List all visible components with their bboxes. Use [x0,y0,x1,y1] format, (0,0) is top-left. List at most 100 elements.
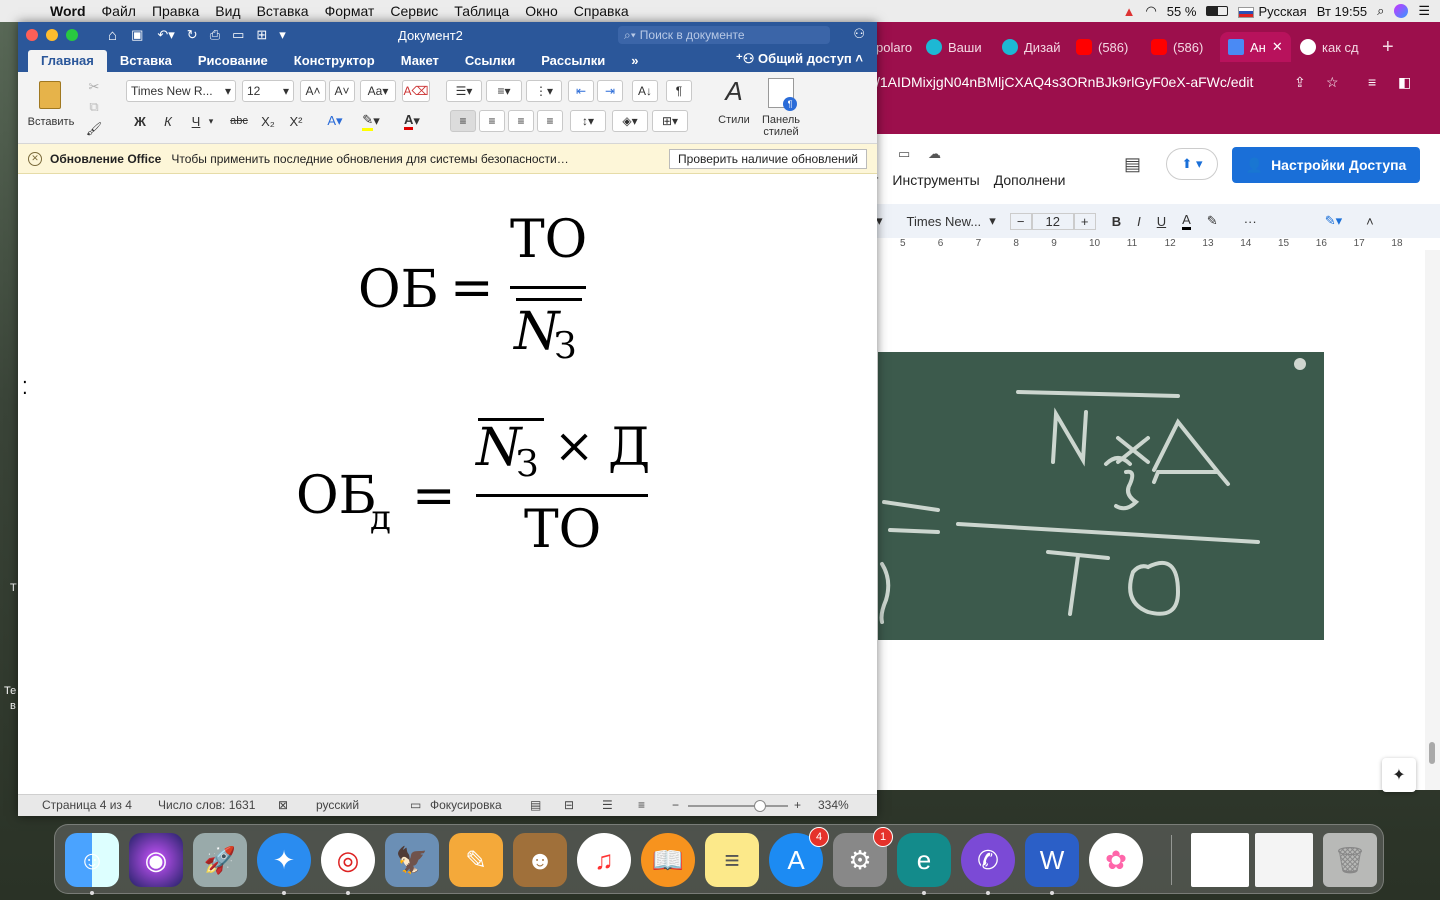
extension-icon[interactable]: ◧ [1398,74,1411,91]
paste-button[interactable] [30,78,70,112]
books-icon[interactable]: 📖 [641,833,695,887]
trash-icon[interactable]: 🗑 [1323,833,1377,887]
tab-insert[interactable]: Вставка [107,50,185,72]
outline-icon[interactable]: ☰ [602,798,613,812]
docs-font-size[interactable]: 12 [1031,212,1074,230]
underline-icon[interactable]: U [1157,214,1166,229]
zoom-out-button[interactable]: − [672,798,679,812]
notes-icon[interactable]: ≡ [705,833,759,887]
menu-tools[interactable]: Сервис [382,3,446,19]
tab-references[interactable]: Ссылки [452,50,528,72]
align-right-icon[interactable]: ≡ [508,110,534,132]
minimize-window-button[interactable] [46,29,58,41]
font-size-increase[interactable]: + [1073,212,1096,230]
siri-icon[interactable]: ◉ [129,833,183,887]
multilevel-list-icon[interactable]: ⋮▾ [526,80,562,102]
increase-indent-icon[interactable]: ⇥ [597,80,623,102]
pages-icon[interactable]: ✎ [449,833,503,887]
address-bar[interactable]: /1AIDMixjgN04nBMljCXAQ4s3ORnBJk9rlGyF0eX… [870,68,1440,96]
user-icon[interactable]: ⚇ [853,26,865,42]
launchpad-icon[interactable]: 🚀 [193,833,247,887]
zoom-window-button[interactable] [66,29,78,41]
show-formatting-icon[interactable]: ¶ [666,80,692,102]
shading-icon[interactable]: ◈▾ [612,110,648,132]
close-notice-icon[interactable]: ✕ [28,151,42,166]
draft-icon[interactable]: ≡ [638,798,645,812]
customize-toolbar-icon[interactable]: ▾ [279,27,286,43]
siri-icon[interactable] [1394,4,1409,18]
chevron-up-icon[interactable]: ˄ [1366,214,1374,229]
change-case-icon[interactable]: Aa▾ [360,80,396,102]
docs-scrollbar[interactable] [1425,250,1440,790]
align-left-icon[interactable]: ≡ [450,110,476,132]
comment-icon[interactable]: ▤ [1124,154,1141,175]
focus-icon[interactable]: ▭ [410,798,421,812]
reading-list-icon[interactable]: ≡ [1368,74,1376,90]
tab-mailings[interactable]: Рассылки [528,50,618,72]
menu-help[interactable]: Справка [566,3,637,19]
chrome-tab[interactable]: (586) [1151,32,1203,62]
focus-mode[interactable]: Фокусировка [430,798,502,812]
clear-format-icon[interactable]: A⌫ [402,80,430,102]
wifi-icon[interactable]: ◠ [1145,3,1156,19]
zoom-in-button[interactable]: + [794,798,801,812]
warning-icon[interactable]: ▲ [1123,4,1136,19]
bold-icon[interactable]: B [1112,214,1121,229]
share-button[interactable]: ⁺⚇ Общий доступ ˄ [736,51,863,67]
redo-icon[interactable]: ↻ [187,27,198,43]
print-layout-icon[interactable]: ▤ [530,798,541,812]
more-icon[interactable]: ··· [1244,214,1257,229]
shrink-font-icon[interactable]: A˅ [329,80,355,102]
chrome-icon[interactable]: ◎ [321,833,375,895]
more-tabs-button[interactable]: » [618,50,651,72]
font-size-select[interactable]: 12 ▾ [242,80,294,102]
menu-format[interactable]: Формат [317,3,383,19]
collapse-ribbon-icon[interactable]: ˄ [855,51,863,66]
tab-home[interactable]: Главная [28,50,107,72]
justify-icon[interactable]: ≡ [537,110,563,132]
page-count[interactable]: Страница 4 из 4 [42,798,132,812]
photos-icon[interactable]: ✿ [1089,833,1143,887]
chevron-down-icon[interactable]: ▾ [989,213,996,229]
new-tab-button[interactable]: + [1382,32,1394,62]
finder-icon[interactable]: ☺ [65,833,119,895]
chrome-tab[interactable]: как сд [1300,32,1359,62]
chrome-tab[interactable]: (586) [1076,32,1128,62]
system-settings-icon[interactable]: ⚙ 1 [833,827,893,887]
word-count[interactable]: Число слов: 1631 [158,798,255,812]
language[interactable]: русский [316,798,359,812]
quick-access-icon[interactable]: ⊞ [256,27,267,43]
highlight-icon[interactable]: ✎ [1207,213,1218,229]
decrease-indent-icon[interactable]: ⇤ [568,80,594,102]
check-updates-button[interactable]: Проверить наличие обновлений [669,149,867,169]
clock[interactable]: Вт 19:55 [1317,4,1367,19]
line-spacing-icon[interactable]: ↕▾ [570,110,606,132]
input-source[interactable]: Русская [1238,4,1307,19]
menu-view[interactable]: Вид [207,3,248,19]
chrome-tab-active[interactable]: Ан ✕ [1220,32,1291,62]
layout-icon[interactable]: ▭ [232,27,244,43]
save-icon[interactable]: ▣ [131,27,143,43]
undo-icon[interactable]: ↶▾ [157,27,174,43]
chrome-tab[interactable]: Дизай [1002,32,1061,62]
tab-layout[interactable]: Макет [388,50,452,72]
edit-mode-icon[interactable]: ✎▾ [1325,213,1342,229]
docs-menu-tools[interactable]: Инструменты [892,172,979,188]
menu-edit[interactable]: Правка [144,3,207,19]
menu-app-name[interactable]: Word [42,3,94,19]
chrome-tab[interactable]: Ваши [926,32,982,62]
recent-document-icon[interactable] [1191,833,1249,887]
menu-table[interactable]: Таблица [446,3,517,19]
subscript-button[interactable]: X₂ [256,110,280,132]
control-center-icon[interactable]: ☰ [1418,3,1430,19]
document-page[interactable]: ОБ = ТО N З ⁚ ОБ д = N З × Д ТО [18,174,877,794]
print-icon[interactable]: ⎙ [210,27,220,43]
cut-icon[interactable]: ✂ [82,76,106,98]
format-painter-icon[interactable]: 🖌 [82,118,106,140]
share-icon[interactable]: ⇪ [1294,74,1306,91]
sort-icon[interactable]: A↓ [632,80,658,102]
search-input[interactable]: ⌕▾ Поиск в документе [618,26,830,44]
scroll-thumb[interactable] [1429,742,1435,764]
drag-handle-icon[interactable]: ⁚ [22,378,28,399]
numbering-icon[interactable]: ≡▾ [486,80,522,102]
